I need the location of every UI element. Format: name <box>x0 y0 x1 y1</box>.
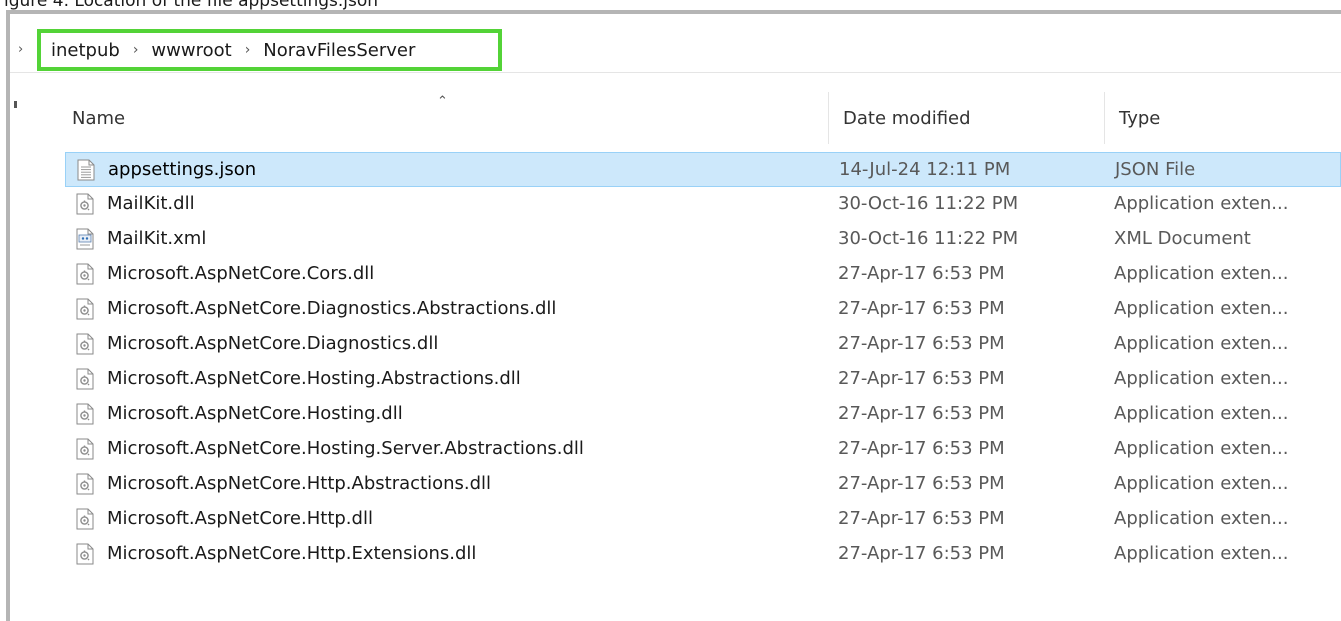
dll-file-icon <box>76 368 94 390</box>
file-type: Application exten... <box>1114 508 1289 529</box>
file-name: Microsoft.AspNetCore.Http.dll <box>107 508 373 529</box>
file-row-10[interactable]: Microsoft.AspNetCore.Http.dll 27-Apr-17 … <box>65 502 1341 537</box>
dll-file-icon <box>76 333 94 355</box>
file-row-6[interactable]: Microsoft.AspNetCore.Hosting.Abstraction… <box>65 362 1341 397</box>
column-header-row: ⌃ Name Date modified Type <box>62 92 1341 144</box>
dll-file-icon <box>76 298 94 320</box>
file-row-3[interactable]: Microsoft.AspNetCore.Cors.dll 27-Apr-17 … <box>65 257 1341 292</box>
file-date-modified: 27-Apr-17 6:53 PM <box>838 263 1005 284</box>
column-header-date-label: Date modified <box>843 107 971 129</box>
column-header-name[interactable]: Name <box>62 92 822 144</box>
breadcrumb-item-noravfilesserver[interactable]: NoravFilesServer <box>263 40 415 61</box>
chevron-right-icon[interactable]: › <box>133 42 139 58</box>
file-name: Microsoft.AspNetCore.Cors.dll <box>107 263 375 284</box>
file-row-11[interactable]: Microsoft.AspNetCore.Http.Extensions.dll… <box>65 537 1341 572</box>
file-type: Application exten... <box>1114 193 1289 214</box>
dll-file-icon <box>76 438 94 460</box>
column-header-name-label: Name <box>72 107 126 129</box>
navigation-pane-edge <box>14 101 17 108</box>
xml-file-icon <box>76 228 94 250</box>
breadcrumb: inetpub › wwwroot › NoravFilesServer <box>37 29 502 71</box>
column-header-type-label: Type <box>1119 107 1161 129</box>
file-date-modified: 27-Apr-17 6:53 PM <box>838 543 1005 564</box>
json-file-icon <box>77 159 95 181</box>
dll-file-icon <box>76 543 94 565</box>
file-name: Microsoft.AspNetCore.Diagnostics.dll <box>107 333 439 354</box>
file-row-2[interactable]: MailKit.xml 30-Oct-16 11:22 PM XML Docum… <box>65 222 1341 257</box>
file-date-modified: 30-Oct-16 11:22 PM <box>838 193 1019 214</box>
file-type: Application exten... <box>1114 333 1289 354</box>
breadcrumb-item-inetpub[interactable]: inetpub <box>51 40 120 61</box>
address-expand-chevron-icon[interactable]: › <box>18 42 23 57</box>
file-row-1[interactable]: MailKit.dll 30-Oct-16 11:22 PM Applicati… <box>65 187 1341 222</box>
file-row-7[interactable]: Microsoft.AspNetCore.Hosting.dll 27-Apr-… <box>65 397 1341 432</box>
file-date-modified: 27-Apr-17 6:53 PM <box>838 438 1005 459</box>
file-type: Application exten... <box>1114 298 1289 319</box>
file-explorer-window: › inetpub › wwwroot › NoravFilesServer ⌃… <box>6 10 1341 621</box>
file-name: MailKit.dll <box>107 193 195 214</box>
file-date-modified: 14-Jul-24 12:11 PM <box>839 159 1011 180</box>
dll-file-icon <box>76 193 94 215</box>
file-name: Microsoft.AspNetCore.Hosting.dll <box>107 403 403 424</box>
file-date-modified: 27-Apr-17 6:53 PM <box>838 403 1005 424</box>
breadcrumb-item-wwwroot[interactable]: wwwroot <box>151 40 231 61</box>
file-type: Application exten... <box>1114 403 1289 424</box>
file-date-modified: 27-Apr-17 6:53 PM <box>838 473 1005 494</box>
dll-file-icon <box>76 263 94 285</box>
file-name: appsettings.json <box>108 159 257 180</box>
file-date-modified: 27-Apr-17 6:53 PM <box>838 368 1005 389</box>
file-row-0[interactable]: appsettings.json 14-Jul-24 12:11 PM JSON… <box>65 152 1341 187</box>
file-row-4[interactable]: Microsoft.AspNetCore.Diagnostics.Abstrac… <box>65 292 1341 327</box>
chevron-right-icon[interactable]: › <box>245 42 251 58</box>
file-date-modified: 30-Oct-16 11:22 PM <box>838 228 1019 249</box>
file-type: Application exten... <box>1114 473 1289 494</box>
file-date-modified: 27-Apr-17 6:53 PM <box>838 298 1005 319</box>
file-type: Application exten... <box>1114 263 1289 284</box>
file-name: Microsoft.AspNetCore.Hosting.Abstraction… <box>107 368 521 389</box>
column-header-type[interactable]: Type <box>1104 92 1341 144</box>
file-name: Microsoft.AspNetCore.Http.Abstractions.d… <box>107 473 492 494</box>
dll-file-icon <box>76 473 94 495</box>
file-type: Application exten... <box>1114 368 1289 389</box>
file-row-5[interactable]: Microsoft.AspNetCore.Diagnostics.dll 27-… <box>65 327 1341 362</box>
file-type: Application exten... <box>1114 438 1289 459</box>
file-row-9[interactable]: Microsoft.AspNetCore.Http.Abstractions.d… <box>65 467 1341 502</box>
dll-file-icon <box>76 508 94 530</box>
dll-file-icon <box>76 403 94 425</box>
file-type: JSON File <box>1115 159 1196 180</box>
address-bar[interactable]: › inetpub › wwwroot › NoravFilesServer <box>10 27 1341 73</box>
file-name: MailKit.xml <box>107 228 207 249</box>
file-type: Application exten... <box>1114 543 1289 564</box>
file-date-modified: 27-Apr-17 6:53 PM <box>838 333 1005 354</box>
file-name: Microsoft.AspNetCore.Hosting.Server.Abst… <box>107 438 584 459</box>
file-name: Microsoft.AspNetCore.Diagnostics.Abstrac… <box>107 298 557 319</box>
file-name: Microsoft.AspNetCore.Http.Extensions.dll <box>107 543 477 564</box>
column-header-date-modified[interactable]: Date modified <box>828 92 1104 144</box>
file-list: appsettings.json 14-Jul-24 12:11 PM JSON… <box>65 152 1341 572</box>
file-date-modified: 27-Apr-17 6:53 PM <box>838 508 1005 529</box>
file-row-8[interactable]: Microsoft.AspNetCore.Hosting.Server.Abst… <box>65 432 1341 467</box>
file-type: XML Document <box>1114 228 1251 249</box>
